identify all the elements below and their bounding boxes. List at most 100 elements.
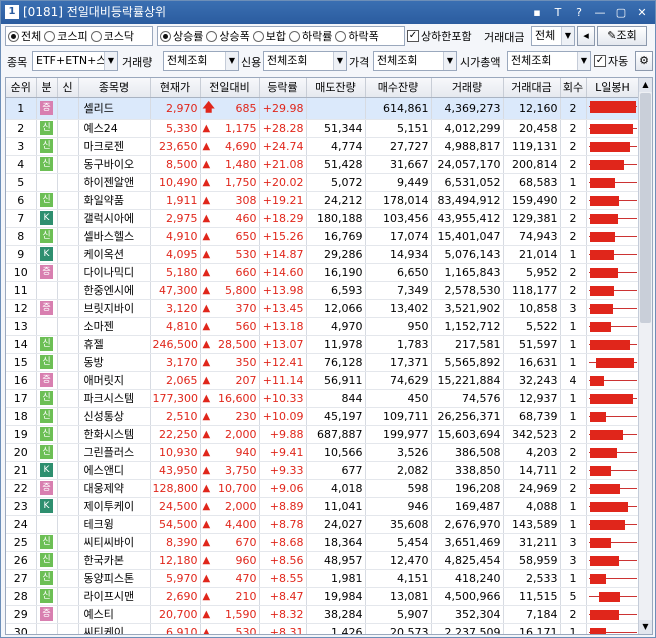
chevron-down-icon[interactable]: ▼: [443, 52, 456, 70]
window-control-3[interactable]: —: [591, 4, 609, 21]
auto-checkbox[interactable]: ✓ 자동: [594, 53, 628, 69]
stock-name-cell[interactable]: 한중엔시에: [78, 281, 151, 300]
window-control-0[interactable]: ▪: [528, 4, 546, 21]
table-row[interactable]: 6 신 화일약품 1,911 ▲ 308 +19.21 24,212 178,014 83,494…: [6, 191, 640, 210]
market_radios-2[interactable]: 코스닥: [90, 28, 134, 44]
table-row[interactable]: 4 신 동구바이오 8,500 ▲ 1,480 +21.08 51,428 31,667 24,0…: [6, 155, 640, 174]
checkbox-box[interactable]: ✓: [407, 30, 419, 42]
col-header[interactable]: 분: [36, 78, 58, 98]
scroll-thumb[interactable]: [640, 93, 651, 323]
stock-name-cell[interactable]: 동구바이오: [78, 155, 151, 174]
sort_radios-3[interactable]: 하락률: [289, 28, 332, 44]
stock-name-cell[interactable]: 예스24: [78, 119, 151, 138]
price-select[interactable]: 전체조회 ▼: [373, 51, 457, 71]
credit-select[interactable]: 전체조회 ▼: [263, 51, 347, 71]
table-row[interactable]: 22 증 대웅제약 128,800 ▲ 10,700 +9.06 4,018 598 196,20…: [6, 479, 640, 498]
col-header[interactable]: 거래량: [431, 78, 504, 98]
col-header[interactable]: 종목명: [78, 78, 151, 98]
chevron-down-icon[interactable]: ▼: [104, 52, 117, 70]
table-row[interactable]: 12 증 브릿지바이 3,120 ▲ 370 +13.45 12,066 13,402 3,521…: [6, 299, 640, 318]
table-row[interactable]: 17 신 파크시스템 177,300 ▲ 16,600 +10.33 844 450 74,576…: [6, 389, 640, 408]
table-row[interactable]: 5 하이젠알앤 10,490 ▲ 1,750 +20.02 5,072 9,449 6,531,…: [6, 173, 640, 192]
table-row[interactable]: 21 K 에스앤디 43,950 ▲ 3,750 +9.33 677 2,082 338,850 1…: [6, 461, 640, 480]
radio-dot[interactable]: [90, 30, 102, 42]
stock-name-cell[interactable]: 동방: [78, 353, 151, 372]
stock-name-cell[interactable]: 휴젤: [78, 335, 151, 354]
market_radios-1[interactable]: 코스피: [44, 28, 88, 44]
chevron-down-icon[interactable]: ▼: [577, 52, 590, 70]
radio-dot[interactable]: [44, 30, 56, 42]
cap-select[interactable]: 전체조회 ▼: [507, 51, 591, 71]
stock-name-cell[interactable]: 파크시스템: [78, 389, 151, 408]
radio-dot[interactable]: [160, 30, 171, 42]
window-control-4[interactable]: ▢: [612, 4, 630, 21]
table-row[interactable]: 11 한중엔시에 47,300 ▲ 5,800 +13.98 6,593 7,349 2,578…: [6, 281, 640, 300]
stock-name-cell[interactable]: 애머릿지: [78, 371, 151, 390]
upper-limit-checkbox[interactable]: ✓ 상하한포함: [407, 28, 472, 44]
stock-name-cell[interactable]: 마크로젠: [78, 137, 151, 156]
item-select[interactable]: ETF+ETN+스 ▼: [32, 51, 118, 71]
table-row[interactable]: 7 K 갤럭시아에 2,975 ▲ 460 +18.29 180,188 103,456 43,9…: [6, 209, 640, 228]
sort_radios-0[interactable]: 상승률: [160, 28, 203, 44]
col-header[interactable]: 신: [57, 78, 79, 98]
table-row[interactable]: 29 증 예스티 20,700 ▲ 1,590 +8.32 38,284 5,907 352,30…: [6, 605, 640, 624]
stock-name-cell[interactable]: 신성통상: [78, 407, 151, 426]
col-header[interactable]: 순위: [6, 78, 37, 98]
col-header[interactable]: 매도잔량: [306, 78, 366, 98]
col-header[interactable]: 거래대금: [503, 78, 561, 98]
stock-name-cell[interactable]: 다이나믹디: [78, 263, 151, 282]
table-row[interactable]: 19 신 한화시스템 22,250 ▲ 2,000 +9.88 687,887 199,977 1…: [6, 425, 640, 444]
table-row[interactable]: 8 신 셀바스헬스 4,910 ▲ 650 +15.26 16,769 17,074 15,401…: [6, 227, 640, 246]
stock-name-cell[interactable]: 브릿지바이: [78, 299, 151, 318]
radio-dot[interactable]: [335, 30, 347, 42]
radio-dot[interactable]: [8, 30, 19, 42]
chevron-down-icon[interactable]: ▼: [225, 52, 238, 70]
col-header[interactable]: 등락률: [259, 78, 307, 98]
stock-name-cell[interactable]: 셀리드: [78, 97, 151, 120]
table-row[interactable]: 3 신 마크로젠 23,650 ▲ 4,690 +24.74 4,774 27,727 4,988…: [6, 137, 640, 156]
table-row[interactable]: 10 증 다이나믹디 5,180 ▲ 660 +14.60 16,190 6,650 1,165,…: [6, 263, 640, 282]
query-button[interactable]: ✎조회: [597, 26, 647, 46]
stock-name-cell[interactable]: 하이젠알앤: [78, 173, 151, 192]
stock-name-cell[interactable]: 셀바스헬스: [78, 227, 151, 246]
stock-name-cell[interactable]: 케이옥션: [78, 245, 151, 264]
window-control-5[interactable]: ✕: [633, 4, 651, 21]
table-row[interactable]: 15 신 동방 3,170 ▲ 350 +12.41 76,128 17,371 5,565,89…: [6, 353, 640, 372]
stock-name-cell[interactable]: 테크윙: [78, 515, 151, 534]
table-row[interactable]: 27 신 동양피스톤 5,970 ▲ 470 +8.55 1,981 4,151 418,240 2…: [6, 569, 640, 588]
table-row[interactable]: 2 신 예스24 5,330 ▲ 1,175 +28.28 51,344 5,151 4,012,…: [6, 119, 640, 138]
amount-select[interactable]: 전체 ▼: [531, 26, 575, 46]
table-row[interactable]: 28 신 라이프시맨 2,690 ▲ 210 +8.47 19,984 13,081 4,500,…: [6, 587, 640, 606]
stock-name-cell[interactable]: 한국카본: [78, 551, 151, 570]
table-row[interactable]: 23 K 제이투케이 24,500 ▲ 2,000 +8.89 11,041 946 169,48…: [6, 497, 640, 516]
sort_radios-4[interactable]: 하락폭: [335, 28, 379, 44]
settings-button[interactable]: ⚙: [635, 51, 653, 71]
stock-name-cell[interactable]: 한화시스템: [78, 425, 151, 444]
stock-name-cell[interactable]: 화일약품: [78, 191, 151, 210]
chevron-down-icon[interactable]: ▼: [333, 52, 346, 70]
table-row[interactable]: 20 신 그린플러스 10,930 ▲ 940 +9.41 10,566 3,526 386,50…: [6, 443, 640, 462]
table-row[interactable]: 14 신 휴젤 246,500 ▲ 28,500 +13.07 11,978 1,783 217,…: [6, 335, 640, 354]
stock-name-cell[interactable]: 대웅제약: [78, 479, 151, 498]
col-header[interactable]: 전일대비: [200, 78, 260, 98]
radio-dot[interactable]: [206, 30, 218, 42]
table-row[interactable]: 13 소마젠 4,810 ▲ 560 +13.18 4,970 950 1,152,712 5,5…: [6, 317, 640, 336]
volume-select[interactable]: 전체조회 ▼: [163, 51, 239, 71]
stock-name-cell[interactable]: 라이프시맨: [78, 587, 151, 606]
search-stock-button[interactable]: ◂: [577, 26, 595, 46]
table-row[interactable]: 1 증 셀리드 2,970 🡅 685 +29.98 614,861 4,369,273 12,1…: [6, 97, 640, 120]
stock-name-cell[interactable]: 그린플러스: [78, 443, 151, 462]
table-row[interactable]: 16 증 애머릿지 2,065 ▲ 207 +11.14 56,911 74,629 15,221…: [6, 371, 640, 390]
table-row[interactable]: 25 신 씨티씨바이 8,390 ▲ 670 +8.68 18,364 5,454 3,651,4…: [6, 533, 640, 552]
checkbox-box[interactable]: ✓: [594, 55, 606, 67]
table-row[interactable]: 24 테크윙 54,500 ▲ 4,400 +8.78 24,027 35,608 2,676,…: [6, 515, 640, 534]
table-row[interactable]: 30 씨티케이 6,910 ▲ 530 +8.31 1,426 20,573 2,237,509…: [6, 623, 640, 634]
sort_radios-2[interactable]: 보합: [252, 28, 286, 44]
stock-name-cell[interactable]: 갤럭시아에: [78, 209, 151, 228]
window-control-1[interactable]: T: [549, 4, 567, 21]
stock-name-cell[interactable]: 제이투케이: [78, 497, 151, 516]
stock-name-cell[interactable]: 동양피스톤: [78, 569, 151, 588]
stock-name-cell[interactable]: 씨티씨바이: [78, 533, 151, 552]
chevron-down-icon[interactable]: ▼: [561, 27, 574, 45]
radio-dot[interactable]: [252, 30, 264, 42]
